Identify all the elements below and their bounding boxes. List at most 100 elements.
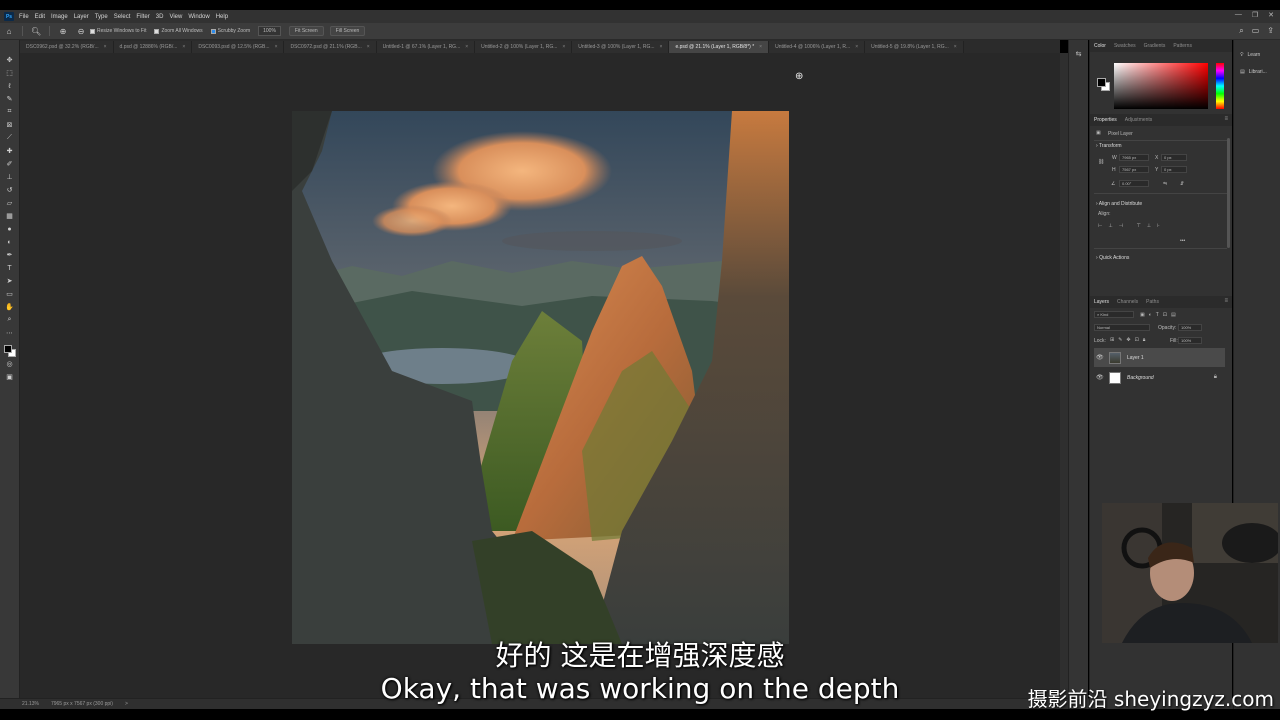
hue-slider[interactable] <box>1216 63 1224 109</box>
link-icon[interactable]: ⛓ <box>1098 159 1104 165</box>
fit-screen-button[interactable]: Fit Screen <box>288 26 324 36</box>
fill-screen-button[interactable]: Fill Screen <box>329 26 366 36</box>
rectangle-tool-icon[interactable]: ▭ <box>4 288 16 300</box>
close-tab-icon[interactable]: × <box>104 44 107 50</box>
frame-tool-icon[interactable]: ⊠ <box>4 119 16 131</box>
type-tool-icon[interactable]: T <box>4 262 16 274</box>
quick-mask-icon[interactable]: ◎ <box>4 358 16 370</box>
document-image[interactable] <box>292 111 789 644</box>
layer-filter-kind[interactable]: ⌕ Kind <box>1094 311 1134 318</box>
arrange-panels-icon[interactable]: ⇆ <box>1073 50 1085 62</box>
quick-actions-heading[interactable]: › Quick Actions <box>1096 255 1129 261</box>
tab-color[interactable]: Color <box>1094 43 1106 49</box>
menu-type[interactable]: Type <box>95 14 108 20</box>
menu-layer[interactable]: Layer <box>74 14 89 20</box>
flip-horizontal-icon[interactable]: ⇋ <box>1163 181 1167 187</box>
marquee-tool-icon[interactable]: ⬚ <box>4 67 16 79</box>
doc-tab-active[interactable]: e.psd @ 21.1% (Layer 1, RGB/8*) * × <box>669 41 770 53</box>
tab-layers[interactable]: Layers <box>1094 299 1109 305</box>
healing-brush-tool-icon[interactable]: ✚ <box>4 145 16 157</box>
zoom-in-icon[interactable]: ⊕ <box>58 27 68 36</box>
crop-tool-icon[interactable]: ⌗ <box>4 106 16 118</box>
zoom-all-windows-checkbox[interactable]: Zoom All Windows <box>154 28 203 34</box>
more-tools-icon[interactable]: ⋯ <box>4 327 16 339</box>
layer-name[interactable]: Layer 1 <box>1127 355 1144 361</box>
pen-tool-icon[interactable]: ✒ <box>4 249 16 261</box>
flip-vertical-icon[interactable]: ⇵ <box>1180 181 1184 187</box>
x-field[interactable]: 0 px <box>1161 154 1187 161</box>
doc-tab[interactable]: d.psd @ 12886% (RGB/... × <box>113 41 193 53</box>
close-tab-icon[interactable]: × <box>182 44 185 50</box>
tab-channels[interactable]: Channels <box>1117 299 1138 305</box>
close-tab-icon[interactable]: × <box>660 44 663 50</box>
clone-stamp-tool-icon[interactable]: ⊥ <box>4 171 16 183</box>
gradient-tool-icon[interactable]: ▦ <box>4 210 16 222</box>
doc-tab[interactable]: DSC0972.psd @ 21.1% (RGB... × <box>284 41 377 53</box>
opacity-field[interactable]: 100% <box>1178 324 1202 331</box>
zoom-tool-icon[interactable]: ⌕ <box>4 314 16 326</box>
home-icon[interactable]: ⌂ <box>4 27 14 36</box>
zoom-value-field[interactable]: 100% <box>258 26 281 36</box>
visibility-eye-icon[interactable]: 👁︎ <box>1096 354 1104 361</box>
tab-patterns[interactable]: Patterns <box>1173 43 1192 49</box>
learn-panel-button[interactable]: 💡︎ Learn <box>1234 52 1280 58</box>
fill-field[interactable]: 100% <box>1178 337 1202 344</box>
search-icon[interactable]: ⌕ <box>1239 26 1243 36</box>
visibility-eye-icon[interactable]: 👁︎ <box>1096 374 1104 381</box>
share-icon[interactable]: ⇪ <box>1267 26 1274 36</box>
quick-select-tool-icon[interactable]: ✎ <box>4 93 16 105</box>
height-field[interactable]: 7567 px <box>1119 166 1149 173</box>
menu-file[interactable]: File <box>19 14 29 20</box>
foreground-color-swatch[interactable] <box>1097 78 1106 87</box>
close-tab-icon[interactable]: × <box>275 44 278 50</box>
doc-tab[interactable]: DSC0093.psd @ 12.5% (RGB... × <box>192 41 285 53</box>
tab-swatches[interactable]: Swatches <box>1114 43 1136 49</box>
menu-help[interactable]: Help <box>216 14 228 20</box>
doc-tab[interactable]: DSC0962.psd @ 32.2% (RGB/... × <box>20 41 114 53</box>
zoom-out-icon[interactable]: ⊖ <box>76 27 86 36</box>
doc-tab[interactable]: Untitled-1 @ 67.1% (Layer 1, RG... × <box>376 41 476 53</box>
blend-mode-select[interactable]: Normal <box>1094 324 1150 331</box>
lasso-tool-icon[interactable]: ℓ <box>4 80 16 92</box>
zoom-tool-icon[interactable]: 🔍︎ <box>31 27 41 36</box>
doc-tab[interactable]: Untitled-2 @ 100% (Layer 1, RG... × <box>475 41 573 53</box>
more-options-icon[interactable]: ••• <box>1180 238 1185 244</box>
close-tab-icon[interactable]: × <box>759 44 762 50</box>
move-tool-icon[interactable]: ✥ <box>4 54 16 66</box>
doc-tab[interactable]: Untitled-4 @ 1006% (Layer 1, R... × <box>769 41 866 53</box>
tab-properties[interactable]: Properties <box>1094 117 1117 123</box>
screen-mode-icon[interactable]: ▣ <box>4 371 16 383</box>
blur-tool-icon[interactable]: ● <box>4 223 16 235</box>
transform-heading[interactable]: › Transform <box>1096 143 1122 149</box>
close-tab-icon[interactable]: × <box>562 44 565 50</box>
close-button[interactable]: ✕ <box>1268 11 1274 19</box>
close-tab-icon[interactable]: × <box>465 44 468 50</box>
close-tab-icon[interactable]: × <box>367 44 370 50</box>
dodge-tool-icon[interactable]: ◐ <box>4 236 16 248</box>
resize-windows-checkbox[interactable]: Resize Windows to Fit <box>90 28 146 34</box>
foreground-color-swatch[interactable] <box>3 345 12 353</box>
menu-3d[interactable]: 3D <box>156 14 164 20</box>
layer-filter-icons[interactable]: ▣◐T⊡▤ <box>1140 312 1180 318</box>
workspace-icon[interactable]: ▭ <box>1252 26 1260 36</box>
menu-select[interactable]: Select <box>114 14 131 20</box>
properties-scrollbar[interactable] <box>1227 138 1230 248</box>
layer-name[interactable]: Background <box>1127 375 1154 381</box>
align-distribute-heading[interactable]: › Align and Distribute <box>1096 201 1142 207</box>
lock-icons[interactable]: ⊞✎✥⊡🔒︎ <box>1110 337 1149 343</box>
hand-tool-icon[interactable]: ✋ <box>4 301 16 313</box>
panel-menu-icon[interactable]: ≡ <box>1224 298 1228 304</box>
tab-paths[interactable]: Paths <box>1146 299 1159 305</box>
minimize-button[interactable]: — <box>1235 11 1242 19</box>
doc-tab[interactable]: Untitled-5 @ 19.8% (Layer 1, RG... × <box>865 41 964 53</box>
angle-field[interactable]: 0.00° <box>1119 180 1149 187</box>
path-select-tool-icon[interactable]: ➤ <box>4 275 16 287</box>
menu-filter[interactable]: Filter <box>136 14 149 20</box>
layer-row-selected[interactable]: 👁︎ Layer 1 <box>1094 348 1225 367</box>
tab-gradients[interactable]: Gradients <box>1144 43 1166 49</box>
layer-row[interactable]: 👁︎ Background 🔒︎ <box>1094 368 1225 387</box>
eraser-tool-icon[interactable]: ▱ <box>4 197 16 209</box>
menu-view[interactable]: View <box>169 14 182 20</box>
history-brush-tool-icon[interactable]: ↺ <box>4 184 16 196</box>
width-field[interactable]: 7965 px <box>1119 154 1149 161</box>
